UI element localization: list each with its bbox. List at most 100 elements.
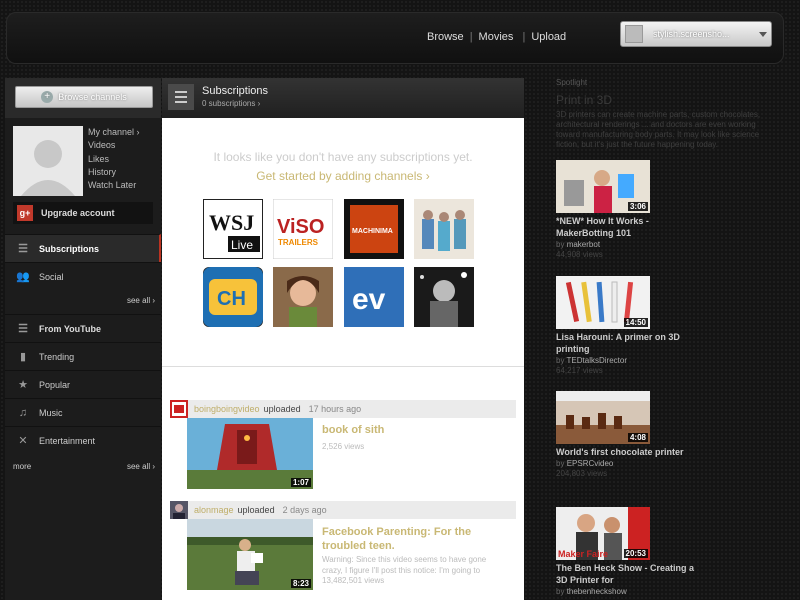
- feed-user-link[interactable]: boingboingvideo: [194, 404, 260, 414]
- svg-text:WSJ: WSJ: [209, 210, 254, 235]
- headphones-icon: ♫: [18, 406, 28, 419]
- sidebar-item-trending[interactable]: ▮ Trending: [5, 342, 161, 370]
- nav-separator: |: [469, 31, 473, 43]
- menu-icon[interactable]: [168, 84, 194, 110]
- empty-message: It looks like you don't have any subscri…: [213, 150, 473, 164]
- chevron-down-icon: [759, 31, 767, 37]
- video-duration: 8:23: [290, 579, 311, 588]
- channel-tile-band[interactable]: [414, 199, 474, 259]
- browse-channels-label: Browse channels: [58, 92, 127, 102]
- more-link[interactable]: more: [13, 462, 31, 471]
- entertainment-icon: ✕: [18, 435, 28, 447]
- feed-user-link[interactable]: alonmage: [194, 505, 234, 515]
- video-views: 2,526 views: [322, 442, 365, 451]
- feed-action: uploaded: [263, 404, 301, 414]
- feed-action: uploaded: [237, 505, 275, 515]
- video-thumbnail[interactable]: 14:50: [556, 276, 650, 329]
- sidebar-item-subscriptions[interactable]: ☰ Subscriptions: [5, 234, 161, 262]
- profile-avatar[interactable]: [13, 126, 83, 196]
- default-avatar-icon: [13, 126, 83, 196]
- alonmage-avatar[interactable]: [170, 501, 188, 519]
- spotlight-video: 14:50 Lisa Harouni: A primer on 3D print…: [556, 276, 786, 375]
- channel-link[interactable]: EPSRCvideo: [567, 459, 614, 468]
- sidebar-item-label: Entertainment: [39, 435, 96, 446]
- history-link[interactable]: History: [88, 166, 140, 179]
- spotlight-label: Spotlight: [556, 78, 588, 87]
- channel-link[interactable]: TEDtalksDirector: [567, 356, 627, 365]
- sidebar-item-music[interactable]: ♫ Music: [5, 398, 161, 426]
- video-title[interactable]: book of sith: [322, 424, 384, 436]
- sidebar-item-entertainment[interactable]: ✕ Entertainment: [5, 426, 161, 454]
- portrait-photo: [273, 267, 333, 327]
- ch-logo: CH: [203, 267, 263, 327]
- people-icon: 👥: [16, 271, 30, 283]
- channel-tile-ch[interactable]: CH: [203, 267, 263, 327]
- video-title[interactable]: Facebook Parenting: For the troubled tee…: [322, 525, 502, 553]
- svg-text:ev: ev: [352, 283, 386, 316]
- video-thumbnail[interactable]: 4:08: [556, 391, 650, 444]
- video-thumbnail[interactable]: 1:07: [187, 418, 313, 489]
- svg-text:Live: Live: [231, 238, 253, 252]
- video-description: Warning: Since this video seems to have …: [322, 555, 487, 575]
- channel-tile-bw[interactable]: [414, 267, 474, 327]
- sidebar-item-label: Subscriptions: [39, 243, 100, 254]
- video-thumbnail[interactable]: 3:06: [556, 160, 650, 213]
- browse-channels-button[interactable]: + Browse channels: [15, 86, 153, 108]
- subscriptions-content: It looks like you don't have any subscri…: [162, 118, 524, 600]
- boingboing-avatar[interactable]: [170, 400, 188, 418]
- watch-later-link[interactable]: Watch Later: [88, 179, 140, 192]
- video-duration: 3:06: [627, 202, 648, 211]
- video-duration: 20:53: [623, 549, 648, 558]
- subscription-count[interactable]: 0 subscriptions ›: [202, 99, 260, 108]
- video-thumbnail[interactable]: Maker Faire 20:53: [556, 507, 650, 560]
- likes-link[interactable]: Likes: [88, 153, 140, 166]
- video-title[interactable]: *NEW* How It Works - MakerBotting 101: [556, 215, 696, 239]
- channel-tile-machinima[interactable]: MACHINIMA: [344, 199, 404, 259]
- video-title[interactable]: World's first chocolate printer: [556, 446, 696, 458]
- wsj-live-logo: WSJ Live: [204, 200, 262, 258]
- feed-header: alonmage uploaded 2 days ago: [170, 501, 516, 519]
- video-title[interactable]: The Ben Heck Show - Creating a 3D Printe…: [556, 562, 696, 586]
- upgrade-label: Upgrade account: [41, 208, 115, 218]
- svg-text:ViSO: ViSO: [277, 216, 324, 238]
- video-duration: 14:50: [623, 318, 648, 327]
- profile-links: My channel › Videos Likes History Watch …: [88, 126, 140, 192]
- svg-text:Maker Faire: Maker Faire: [558, 549, 608, 559]
- sidebar-item-label: Trending: [39, 351, 75, 362]
- sidebar-item-social[interactable]: 👥 Social: [5, 262, 161, 290]
- top-nav: Browse | Movies | Upload: [427, 31, 566, 43]
- user-menu-button[interactable]: stylish.screensho...: [620, 21, 772, 47]
- my-channel-link[interactable]: My channel ›: [88, 126, 140, 139]
- sidebar-item-popular[interactable]: ★ Popular: [5, 370, 161, 398]
- svg-text:MACHINIMA: MACHINIMA: [352, 228, 393, 235]
- sidebar-item-from-youtube[interactable]: ☰ From YouTube: [5, 314, 161, 342]
- nav-movies[interactable]: Movies: [479, 31, 514, 43]
- sidebar-item-label: Social: [39, 271, 64, 282]
- byline-prefix: by: [556, 240, 565, 249]
- svg-text:TRAILERS: TRAILERS: [278, 238, 319, 247]
- upgrade-account-button[interactable]: g+ Upgrade account: [13, 202, 153, 224]
- video-title[interactable]: Lisa Harouni: A primer on 3D printing: [556, 331, 696, 355]
- channel-tile-viso[interactable]: ViSO TRAILERS: [273, 199, 333, 259]
- nav-browse[interactable]: Browse: [427, 31, 464, 43]
- channel-link[interactable]: thebenheckshow: [567, 587, 627, 596]
- sidebar-item-label: Popular: [39, 379, 71, 390]
- nav-upload[interactable]: Upload: [531, 31, 566, 43]
- spotlight-title[interactable]: Print in 3D: [556, 93, 612, 107]
- channel-tile-portrait[interactable]: [273, 267, 333, 327]
- video-duration: 1:07: [290, 478, 311, 487]
- video-thumbnail[interactable]: 8:23: [187, 519, 313, 590]
- channel-tile-wsj[interactable]: WSJ Live: [203, 199, 263, 259]
- guide-sidebar: + Browse channels My channel › Videos Li…: [5, 78, 161, 600]
- see-all-youtube-link[interactable]: see all ›: [127, 462, 155, 471]
- user-avatar-icon: [625, 25, 643, 43]
- subscriptions-header: Subscriptions 0 subscriptions ›: [162, 78, 524, 118]
- videos-link[interactable]: Videos: [88, 139, 140, 152]
- video-byline: by makerbot: [556, 240, 786, 249]
- see-all-social-link[interactable]: see all ›: [127, 296, 155, 305]
- get-started-link[interactable]: Get started by adding channels ›: [162, 169, 524, 183]
- ev-logo: ev: [344, 267, 404, 327]
- channel-tile-ev[interactable]: ev: [344, 267, 404, 327]
- channel-link[interactable]: makerbot: [567, 240, 600, 249]
- bw-photo: [414, 267, 474, 327]
